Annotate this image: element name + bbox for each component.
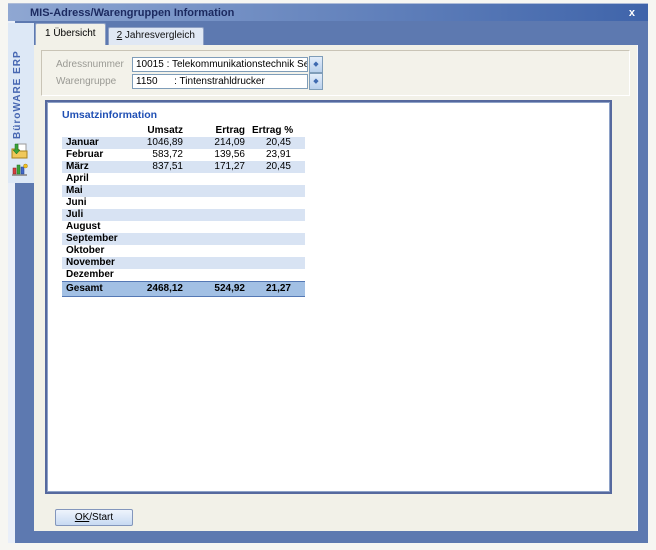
table-header-row: Umsatz Ertrag Ertrag % <box>62 124 305 137</box>
address-combo: 10015 : Telekommunikationstechnik Seip /… <box>132 56 323 73</box>
address-value-field[interactable]: 10015 : Telekommunikationstechnik Seip /… <box>132 57 308 72</box>
table-row: Januar1046,89214,0920,45 <box>62 137 305 149</box>
month-cell: August <box>62 221 140 233</box>
month-cell: April <box>62 173 140 185</box>
app-brand-vertical: BüroWARE ERP <box>12 29 28 139</box>
month-cell: Juni <box>62 197 140 209</box>
umsatz-panel: Umsatzinformation Umsatz Ertrag Ertrag %… <box>45 100 612 494</box>
ok-start-button[interactable]: OK/Start <box>55 509 133 526</box>
content-area: Adressnummer 10015 : Telekommunikationst… <box>34 45 638 531</box>
table-row: November <box>62 257 305 269</box>
value-cell: 837,51 <box>140 161 190 173</box>
month-cell: September <box>62 233 140 245</box>
table-row: Juli <box>62 209 305 221</box>
selection-form: Adressnummer 10015 : Telekommunikationst… <box>41 50 630 96</box>
tab-uebersicht-label: 1 Übersicht <box>45 28 96 39</box>
address-label: Adressnummer <box>56 59 132 70</box>
value-cell: 214,09 <box>190 137 252 149</box>
tab-uebersicht[interactable]: 1 Übersicht <box>35 23 106 45</box>
address-row: Adressnummer 10015 : Telekommunikationst… <box>56 56 323 72</box>
table-row: Juni <box>62 197 305 209</box>
tab-bar: 1 Übersicht 2 Jahresvergleich <box>35 24 204 45</box>
header-ertrag-pct: Ertrag % <box>252 124 298 137</box>
table-row: September <box>62 233 305 245</box>
export-folder-icon[interactable] <box>11 143 28 159</box>
header-umsatz: Umsatz <box>140 124 190 137</box>
value-cell: 20,45 <box>252 137 298 149</box>
address-lookup-spinner-icon[interactable]: ◆ <box>309 56 323 73</box>
table-row: Oktober <box>62 245 305 257</box>
sidebar-toolbar <box>11 143 31 179</box>
ok-start-rest: /Start <box>89 512 113 523</box>
value-cell: 23,91 <box>252 149 298 161</box>
table-row: August <box>62 221 305 233</box>
titlebar: MIS-Adress/Warengruppen Information x <box>8 3 648 22</box>
month-cell: November <box>62 257 140 269</box>
app-window: MIS-Adress/Warengruppen Information x Bü… <box>8 3 648 543</box>
warengruppe-combo: 1150 : Tintenstrahldrucker ◆ <box>132 73 323 90</box>
month-cell: Mai <box>62 185 140 197</box>
tab-jahresvergleich[interactable]: 2 Jahresvergleich <box>108 27 204 45</box>
month-cell: März <box>62 161 140 173</box>
total-ertrag-pct: 21,27 <box>252 282 298 296</box>
window-body: BüroWARE ERP <box>8 21 648 543</box>
close-icon[interactable]: x <box>626 7 638 20</box>
total-umsatz: 2468,12 <box>140 282 190 296</box>
value-cell: 583,72 <box>140 149 190 161</box>
sidebar: BüroWARE ERP <box>8 23 34 183</box>
warengruppe-value-field[interactable]: 1150 : Tintenstrahldrucker <box>132 74 308 89</box>
table-row: April <box>62 173 305 185</box>
warengruppe-row: Warengruppe 1150 : Tintenstrahldrucker ◆ <box>56 73 323 89</box>
month-cell: Januar <box>62 137 140 149</box>
value-cell: 20,45 <box>252 161 298 173</box>
warengruppe-lookup-spinner-icon[interactable]: ◆ <box>309 73 323 90</box>
total-label: Gesamt <box>62 282 140 296</box>
month-cell: Oktober <box>62 245 140 257</box>
statistics-chart-icon[interactable] <box>11 161 28 177</box>
month-cell: Juli <box>62 209 140 221</box>
month-cell: Dezember <box>62 269 140 281</box>
value-cell: 139,56 <box>190 149 252 161</box>
tab-jahresvergleich-label: Jahresvergleich <box>122 30 195 41</box>
umsatz-table: Umsatz Ertrag Ertrag % Januar1046,89214,… <box>62 124 305 297</box>
value-cell: 171,27 <box>190 161 252 173</box>
table-total-row: Gesamt 2468,12 524,92 21,27 <box>62 281 305 297</box>
table-body: Januar1046,89214,0920,45Februar583,72139… <box>62 137 305 281</box>
value-cell: 1046,89 <box>140 137 190 149</box>
panel-title: Umsatzinformation <box>62 109 157 121</box>
header-ertrag: Ertrag <box>190 124 252 137</box>
total-ertrag: 524,92 <box>190 282 252 296</box>
table-row: Dezember <box>62 269 305 281</box>
table-row: Februar583,72139,5623,91 <box>62 149 305 161</box>
ok-start-accel: OK <box>75 512 89 523</box>
month-cell: Februar <box>62 149 140 161</box>
window-title: MIS-Adress/Warengruppen Information <box>30 7 234 19</box>
table-row: März837,51171,2720,45 <box>62 161 305 173</box>
table-row: Mai <box>62 185 305 197</box>
warengruppe-label: Warengruppe <box>56 76 132 87</box>
screen: MIS-Adress/Warengruppen Information x Bü… <box>0 0 656 550</box>
